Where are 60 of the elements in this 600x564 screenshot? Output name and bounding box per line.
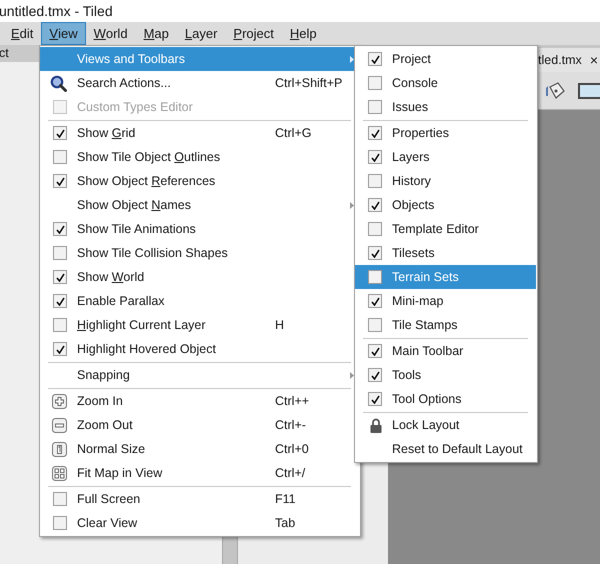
checkbox[interactable] <box>53 342 67 356</box>
zoom-out-icon <box>52 418 67 432</box>
checkmark-icon <box>56 128 64 138</box>
submenu-arrow-icon <box>350 56 354 62</box>
checkbox[interactable] <box>368 76 382 90</box>
checkbox[interactable] <box>368 198 382 212</box>
checkbox[interactable] <box>53 270 67 284</box>
checkmark-icon <box>370 370 380 380</box>
lock-icon <box>370 418 382 432</box>
checkbox[interactable] <box>368 294 382 308</box>
checkbox[interactable] <box>368 222 382 236</box>
checkbox[interactable] <box>368 344 382 358</box>
menu-item[interactable]: Help <box>282 22 325 45</box>
checkmark-icon <box>56 272 64 282</box>
menu-item[interactable]: Project <box>225 22 282 45</box>
checkbox[interactable] <box>368 174 382 188</box>
checkbox[interactable] <box>368 52 382 66</box>
checkmark-icon <box>370 248 380 258</box>
zoom-in-icon <box>52 394 67 408</box>
checkbox[interactable] <box>53 492 67 506</box>
checkbox[interactable] <box>368 270 382 284</box>
checkmark-icon <box>56 344 64 354</box>
checkbox[interactable] <box>368 318 382 332</box>
checkbox[interactable] <box>53 246 67 260</box>
menu-item[interactable]: View <box>41 22 86 45</box>
checkmark-icon <box>56 296 64 306</box>
checkmark-icon <box>370 128 380 138</box>
checkbox[interactable] <box>368 100 382 114</box>
checkbox[interactable] <box>368 126 382 140</box>
checkmark-icon <box>370 346 380 356</box>
menu-item[interactable]: World <box>86 22 136 45</box>
checkmark-icon <box>370 200 380 210</box>
checkbox[interactable] <box>368 368 382 382</box>
checkmark-icon <box>56 176 64 186</box>
window-title: untitled.tmx - Tiled <box>0 2 113 20</box>
checkbox[interactable] <box>53 174 67 188</box>
menu-item[interactable]: Fit Map in View Ctrl+/ <box>40 461 359 485</box>
one-to-one-icon <box>52 442 67 456</box>
menu-item[interactable]: Full Screen F11 <box>40 487 359 511</box>
search-icon <box>50 74 67 92</box>
checkmark-icon <box>56 224 64 234</box>
menu-item[interactable]: Edit <box>3 22 42 45</box>
fit-view-icon <box>52 466 67 480</box>
checkmark-icon <box>370 152 380 162</box>
checkmark-icon <box>370 296 380 306</box>
checkbox[interactable] <box>53 516 67 530</box>
menu-item[interactable]: Clear View Tab <box>40 511 359 535</box>
menu-item[interactable]: Layer <box>176 22 226 45</box>
checkmark-icon <box>370 394 380 404</box>
checkbox[interactable] <box>53 318 67 332</box>
menu-item[interactable]: Map <box>136 22 177 45</box>
document-tab[interactable]: tled.tmx × <box>535 48 600 72</box>
checkbox[interactable] <box>53 294 67 308</box>
checkbox[interactable] <box>368 150 382 164</box>
checkbox[interactable] <box>368 246 382 260</box>
checkbox[interactable] <box>368 392 382 406</box>
checkbox[interactable] <box>53 222 67 236</box>
checkbox[interactable] <box>53 126 67 140</box>
checkbox[interactable] <box>53 150 67 164</box>
checkmark-icon <box>370 54 380 64</box>
